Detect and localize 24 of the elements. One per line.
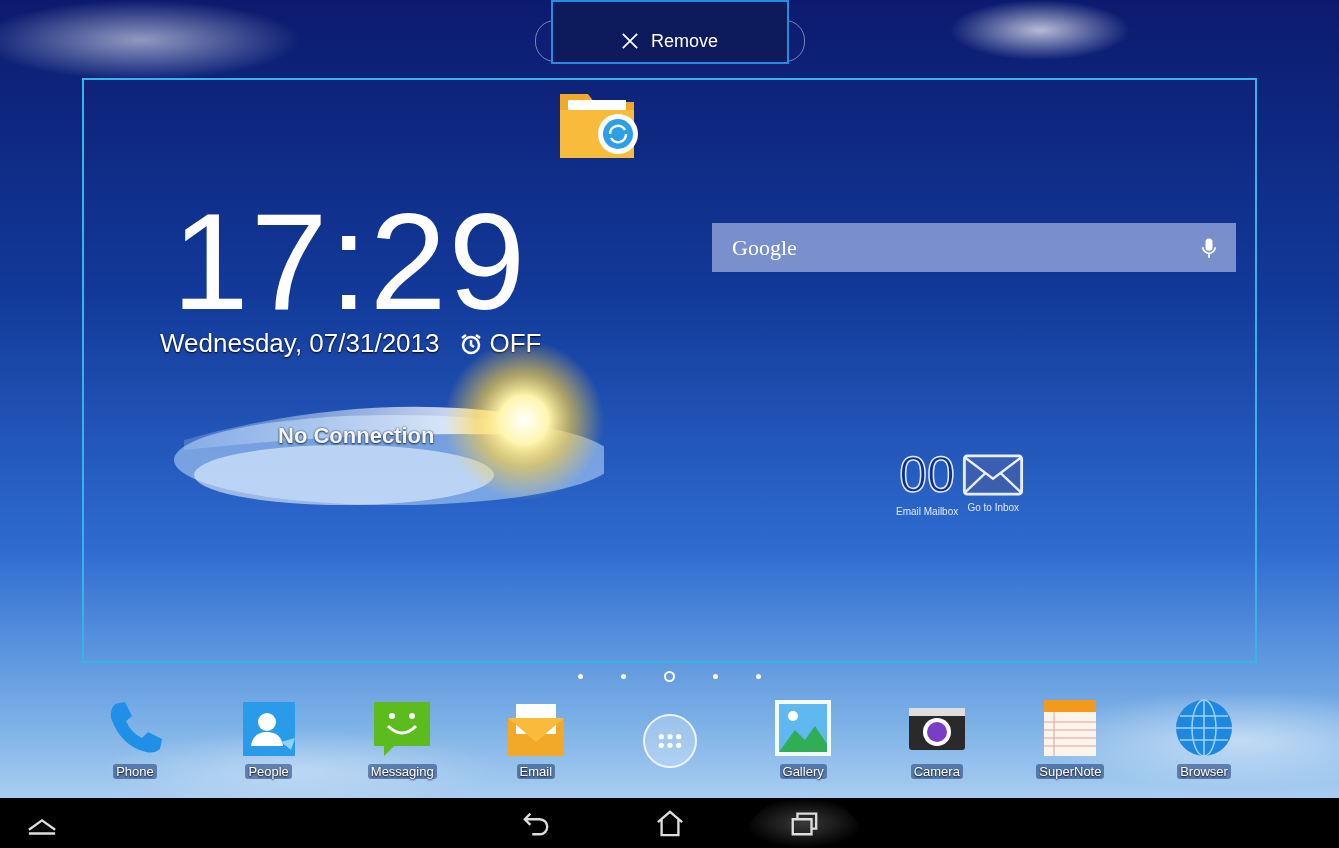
all-apps-button[interactable]: [642, 714, 697, 768]
unread-count: 00: [899, 450, 955, 500]
app-label[interactable]: SuperNote: [1036, 764, 1105, 779]
remove-button[interactable]: Remove: [550, 0, 789, 64]
close-icon: [621, 32, 639, 50]
app-label[interactable]: Email: [516, 764, 556, 779]
clock-date: Wednesday, 07/31/2013: [160, 328, 440, 359]
landscape-picture-icon[interactable]: [773, 698, 834, 758]
inbox-link[interactable]: Go to Inbox: [967, 502, 1020, 513]
clock-time[interactable]: 17:29: [172, 192, 528, 330]
app-label[interactable]: Camera: [910, 764, 963, 779]
globe-icon[interactable]: [1174, 698, 1234, 758]
app-label[interactable]: Messaging: [367, 764, 437, 779]
search-field[interactable]: Google: [712, 223, 1236, 272]
app-label[interactable]: Browser: [1177, 764, 1231, 779]
alarm-status: OFF: [489, 328, 542, 359]
microphone-icon[interactable]: [1202, 236, 1216, 259]
home-icon[interactable]: [654, 809, 685, 837]
envelope-icon[interactable]: [962, 454, 1025, 496]
app-label[interactable]: Gallery: [779, 764, 827, 779]
dot-grid-icon: [656, 732, 683, 750]
app-label[interactable]: Phone: [113, 764, 157, 779]
mailbox-caption: Email Mailbox: [896, 506, 959, 517]
app-label[interactable]: People: [245, 764, 292, 779]
